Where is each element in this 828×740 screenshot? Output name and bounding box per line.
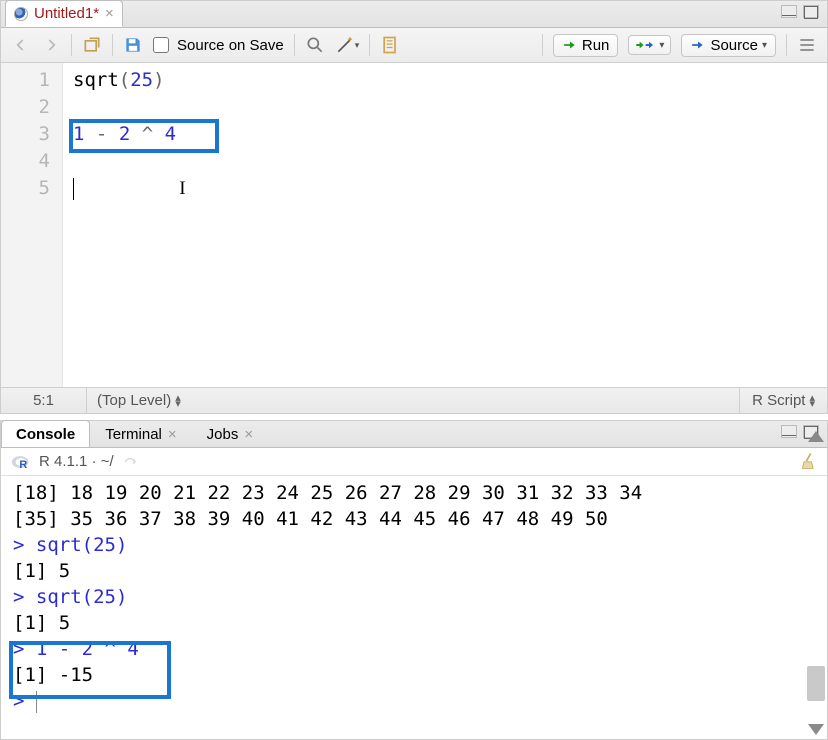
source-button-label: Source [710, 37, 758, 54]
pane-window-buttons [781, 5, 819, 18]
editor-tab[interactable]: Untitled1* × [5, 0, 123, 27]
source-button[interactable]: Source ▾ [681, 34, 776, 57]
console-info-text: R 4.1.1 · ~/ [39, 453, 114, 470]
editor-toolbar: Source on Save ▾ Run ▾ Source ▾ [1, 28, 827, 63]
show-in-new-window-icon[interactable] [82, 35, 102, 55]
console-scrollbar[interactable] [805, 476, 827, 739]
tab-terminal[interactable]: Terminal× [90, 420, 191, 447]
updown-icon: ▴▾ [175, 395, 181, 407]
console-output[interactable]: [18] 18 19 20 21 22 23 24 25 26 27 28 29… [1, 476, 827, 739]
language-selector[interactable]: R Script ▴▾ [739, 388, 827, 413]
minimize-pane-icon[interactable] [781, 425, 797, 438]
r-logo-icon: R [11, 452, 31, 472]
back-icon[interactable] [11, 35, 31, 55]
line-number: 4 [1, 148, 50, 175]
code-line: sqrt(25) [73, 67, 186, 94]
mouse-ibeam-icon: I [179, 178, 185, 199]
forward-icon[interactable] [41, 35, 61, 55]
console-line: > sqrt(25) [13, 532, 827, 558]
close-icon[interactable]: × [105, 5, 114, 22]
console-line: [1] 5 [13, 558, 827, 584]
line-number: 3 [1, 121, 50, 148]
save-icon[interactable] [123, 35, 143, 55]
notebook-icon[interactable] [380, 35, 400, 55]
updown-icon: ▴▾ [809, 395, 815, 407]
tab-jobs[interactable]: Jobs× [192, 420, 268, 447]
editor-statusbar: 5:1 (Top Level) ▴▾ R Script ▴▾ [1, 387, 827, 413]
source-on-save-label: Source on Save [177, 37, 284, 54]
scope-selector[interactable]: (Top Level) ▴▾ [87, 392, 739, 409]
console-line: [35] 35 36 37 38 39 40 41 42 43 44 45 46… [13, 506, 827, 532]
code-line [73, 94, 186, 121]
source-on-save-group[interactable]: Source on Save [153, 37, 284, 54]
console-infobar: R R 4.1.1 · ~/ [1, 448, 827, 476]
text-cursor [36, 691, 37, 713]
scroll-thumb[interactable] [807, 666, 825, 701]
maximize-pane-icon[interactable] [803, 5, 819, 18]
clear-console-icon[interactable] [799, 451, 819, 475]
scroll-down-icon[interactable] [808, 724, 824, 735]
console-line: [18] 18 19 20 21 22 23 24 25 26 27 28 29… [13, 480, 827, 506]
code-text[interactable]: sqrt(25) 1 - 2 ^ 4 I [63, 63, 186, 387]
console-line: > 1 - 2 ^ 4 [13, 636, 827, 662]
console-tabbar: Console Terminal× Jobs× [1, 421, 827, 448]
run-button[interactable]: Run [553, 34, 619, 57]
close-icon[interactable]: × [168, 426, 177, 443]
code-line: 1 - 2 ^ 4 [73, 121, 186, 148]
find-icon[interactable] [305, 35, 325, 55]
wand-icon[interactable]: ▾ [335, 35, 360, 55]
scroll-up-icon[interactable] [808, 431, 824, 442]
console-pane: Console Terminal× Jobs× R R 4.1.1 · ~/ [… [0, 420, 828, 740]
rerun-button[interactable]: ▾ [628, 35, 671, 55]
code-editor[interactable]: 1 2 3 4 5 sqrt(25) 1 - 2 ^ 4 I [1, 63, 827, 387]
console-prompt[interactable]: > [13, 688, 827, 714]
editor-tabbar: Untitled1* × [1, 1, 827, 28]
close-icon[interactable]: × [244, 426, 253, 443]
editor-pane: Untitled1* × Source on Save [0, 0, 828, 414]
chevron-down-icon: ▾ [762, 40, 767, 51]
editor-tab-title: Untitled1* [34, 5, 99, 22]
outline-icon[interactable] [797, 35, 817, 55]
code-line [73, 148, 186, 175]
share-icon[interactable] [122, 455, 138, 469]
svg-text:R: R [19, 458, 27, 470]
console-line: [1] -15 [13, 662, 827, 688]
line-gutter: 1 2 3 4 5 [1, 63, 63, 387]
checkbox-icon[interactable] [153, 37, 169, 53]
line-number: 5 [1, 175, 50, 202]
cursor-position[interactable]: 5:1 [1, 388, 87, 413]
console-line: > sqrt(25) [13, 584, 827, 610]
r-file-icon [14, 7, 28, 21]
minimize-pane-icon[interactable] [781, 5, 797, 18]
tab-console[interactable]: Console [1, 420, 90, 447]
text-cursor [73, 178, 74, 200]
run-button-label: Run [582, 37, 610, 54]
line-number: 1 [1, 67, 50, 94]
code-line: I [73, 175, 186, 202]
line-number: 2 [1, 94, 50, 121]
chevron-down-icon: ▾ [659, 40, 664, 51]
console-line: [1] 5 [13, 610, 827, 636]
